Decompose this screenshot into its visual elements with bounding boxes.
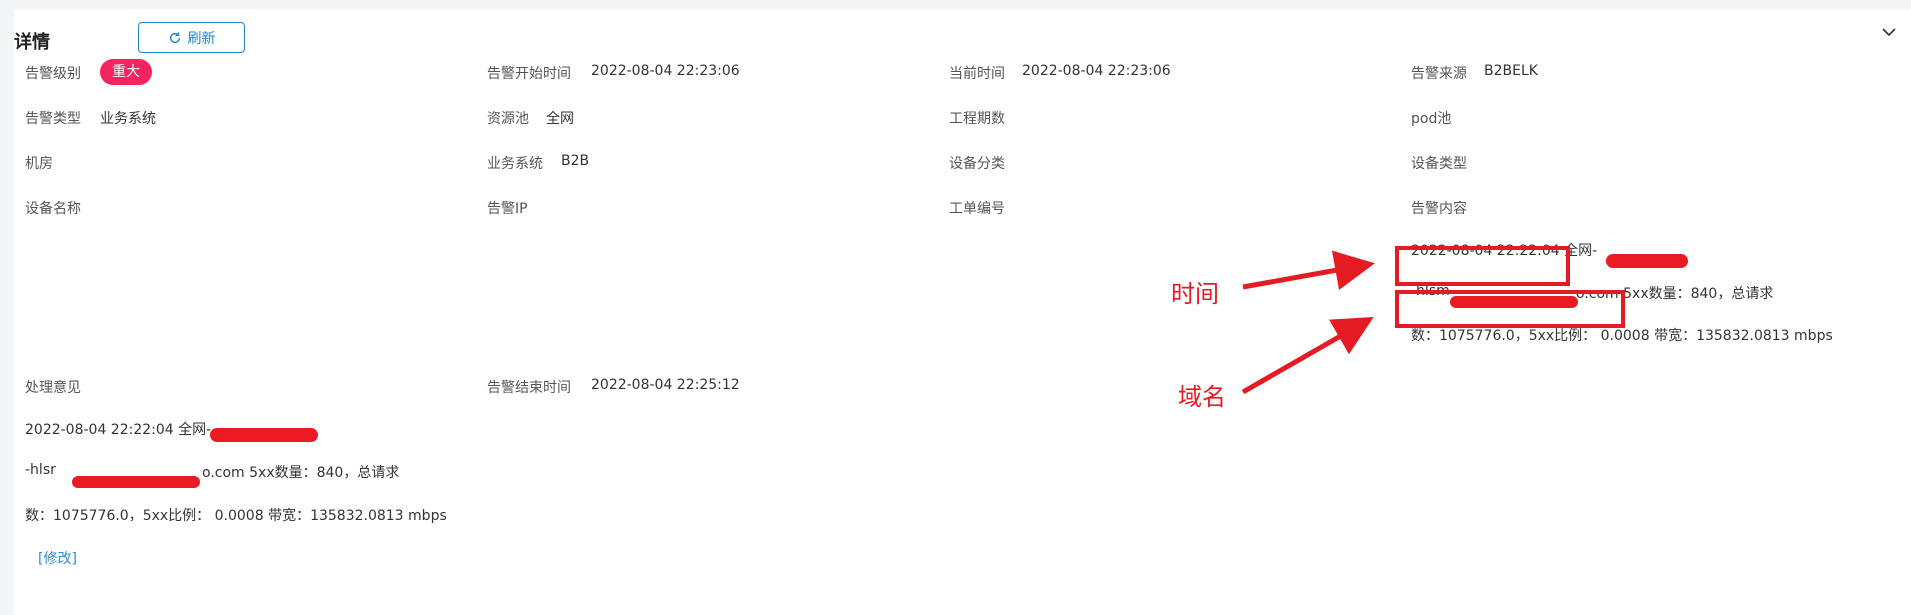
time-arrow — [1242, 250, 1375, 291]
domain-arrow — [1241, 317, 1374, 395]
annotation-arrows — [1241, 250, 1375, 395]
